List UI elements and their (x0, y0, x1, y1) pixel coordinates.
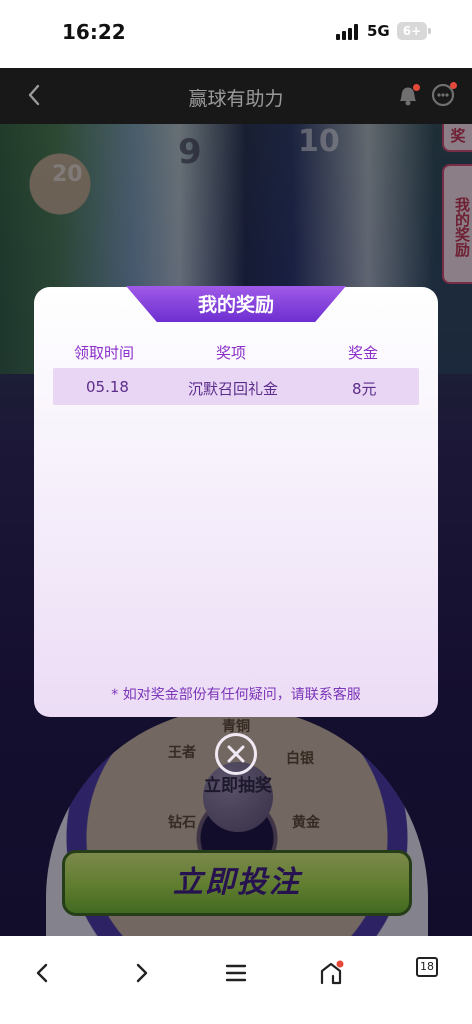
row-amount: 8元 (352, 380, 377, 398)
column-header-time: 领取时间 (74, 344, 135, 362)
row-prize: 沉默召回礼金 (188, 380, 279, 398)
close-modal-button[interactable] (215, 733, 257, 775)
browser-menu-button[interactable] (219, 956, 253, 990)
browser-toolbar (0, 936, 472, 1024)
back-icon (36, 963, 48, 983)
column-header-prize: 奖项 (216, 344, 247, 362)
modal-title: 我的奖励 (197, 294, 274, 316)
column-header-amount: 奖金 (348, 344, 379, 362)
chat-button[interactable] (430, 82, 457, 108)
chat-badge (450, 82, 457, 89)
battery-icon: 6+ (397, 22, 431, 40)
notification-button[interactable] (396, 82, 420, 108)
app-header: 赢球有助力 (0, 68, 472, 124)
status-time: 16:22 (62, 20, 126, 44)
browser-back-button[interactable] (26, 956, 60, 990)
network-type: 5G (367, 22, 390, 40)
row-time: 05.18 (86, 378, 129, 396)
status-bar: 16:22 5G 6+ (0, 0, 472, 68)
notification-badge (413, 84, 420, 91)
close-icon (227, 745, 245, 763)
browser-home-button[interactable] (314, 956, 348, 990)
help-note: * 如对奖金部份有任何疑问，请联系客服 (111, 687, 361, 703)
signal-icon (336, 24, 360, 40)
tabs-button[interactable]: 18 (416, 957, 438, 977)
browser-forward-button[interactable] (124, 956, 158, 990)
home-icon (320, 960, 344, 985)
menu-icon (225, 964, 247, 982)
forward-icon (136, 963, 148, 983)
